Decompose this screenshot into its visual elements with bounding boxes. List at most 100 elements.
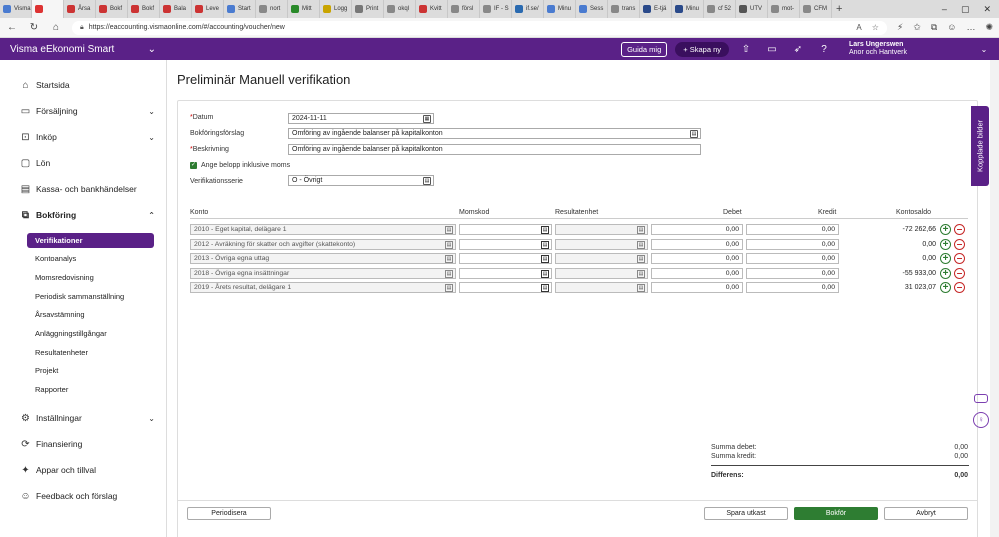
- beskrivning-input[interactable]: Omföring av ingående balanser på kapital…: [288, 144, 701, 155]
- sidebar-item-appar[interactable]: ✦ Appar och tillval: [20, 463, 155, 477]
- add-row-icon[interactable]: +: [940, 282, 951, 293]
- home-browser-icon[interactable]: ⌂: [50, 22, 62, 33]
- lookup-icon[interactable]: ▤: [423, 177, 431, 185]
- read-aloud-icon[interactable]: A: [856, 23, 861, 32]
- browser-tab[interactable]: Print: [352, 0, 384, 18]
- sidebar-item-lon[interactable]: ▢ Lön: [20, 156, 155, 170]
- kredit-input[interactable]: 0,00: [746, 224, 839, 235]
- user-chevron-icon[interactable]: ⌄: [969, 45, 999, 54]
- lookup-icon[interactable]: ▤: [541, 255, 549, 263]
- remove-row-icon[interactable]: –: [954, 224, 965, 235]
- browser-tab[interactable]: Logg: [320, 0, 352, 18]
- collections-icon[interactable]: ⧉: [931, 22, 937, 33]
- momskod-cell[interactable]: ▤: [459, 224, 552, 235]
- calendar-icon[interactable]: ▦: [423, 115, 431, 123]
- lookup-icon[interactable]: ▤: [637, 284, 645, 292]
- browser-tab[interactable]: Bokf: [128, 0, 160, 18]
- sidebar-sub-arsavstamning[interactable]: Årsavstämning: [27, 307, 154, 322]
- lookup-icon[interactable]: ▤: [445, 270, 453, 278]
- extensions-icon[interactable]: ⚡︎: [897, 22, 903, 33]
- remove-row-icon[interactable]: –: [954, 268, 965, 279]
- sidebar-item-inkop[interactable]: ⊡ Inköp ⌄: [20, 130, 155, 144]
- konto-cell[interactable]: 2010 - Eget kapital, delägare 1 ▤: [190, 224, 456, 235]
- assistant-widget[interactable]: ♀: [971, 384, 991, 430]
- konto-cell[interactable]: 2012 - Avräkning för skatter och avgifte…: [190, 239, 456, 250]
- momskod-cell[interactable]: ▤: [459, 268, 552, 279]
- kredit-input[interactable]: 0,00: [746, 239, 839, 250]
- konto-cell[interactable]: 2013 - Övriga egna uttag ▤: [190, 253, 456, 264]
- resultatenhet-cell[interactable]: ▤: [555, 268, 648, 279]
- browser-tab[interactable]: Minu: [672, 0, 704, 18]
- sidebar-sub-momsredovisning[interactable]: Momsredovisning: [27, 270, 154, 285]
- debet-input[interactable]: 0,00: [651, 253, 743, 264]
- sidebar-item-forsaljning[interactable]: ▭ Försäljning ⌄: [20, 104, 155, 118]
- browser-tab[interactable]: Mitt: [288, 0, 320, 18]
- new-tab-button[interactable]: +: [836, 3, 842, 15]
- resultatenhet-cell[interactable]: ▤: [555, 282, 648, 293]
- browser-tab[interactable]: okql: [384, 0, 416, 18]
- add-row-icon[interactable]: +: [940, 239, 951, 250]
- browser-tab[interactable]: CFM: [800, 0, 832, 18]
- add-row-icon[interactable]: +: [940, 224, 951, 235]
- close-icon[interactable]: ✕: [983, 4, 991, 15]
- debet-input[interactable]: 0,00: [651, 268, 743, 279]
- momskod-cell[interactable]: ▤: [459, 239, 552, 250]
- copilot-icon[interactable]: ✺: [985, 22, 993, 33]
- resultatenhet-cell[interactable]: ▤: [555, 253, 648, 264]
- lookup-icon[interactable]: ▤: [541, 270, 549, 278]
- debet-input[interactable]: 0,00: [651, 282, 743, 293]
- add-row-icon[interactable]: +: [940, 268, 951, 279]
- debet-input[interactable]: 0,00: [651, 224, 743, 235]
- browser-tab[interactable]: Visma: [0, 0, 32, 18]
- remove-row-icon[interactable]: –: [954, 239, 965, 250]
- forslag-input[interactable]: Omföring av ingående balanser på kapital…: [288, 128, 701, 139]
- lookup-icon[interactable]: ▤: [637, 270, 645, 278]
- book-button[interactable]: Bokför: [794, 507, 878, 520]
- rocket-icon[interactable]: ➶: [791, 44, 805, 55]
- browser-tab[interactable]: Leve: [192, 0, 224, 18]
- profile-icon[interactable]: ☺: [947, 22, 956, 33]
- kredit-input[interactable]: 0,00: [746, 282, 839, 293]
- lookup-icon[interactable]: ▤: [445, 284, 453, 292]
- more-icon[interactable]: …: [966, 22, 975, 33]
- debet-input[interactable]: 0,00: [651, 239, 743, 250]
- sidebar-item-kassa[interactable]: ▤ Kassa- och bankhändelser: [20, 182, 155, 196]
- reload-icon[interactable]: ↻: [28, 22, 40, 33]
- maximize-icon[interactable]: ▢: [961, 4, 970, 15]
- minimize-icon[interactable]: –: [942, 4, 947, 15]
- browser-tab[interactable]: Minu: [544, 0, 576, 18]
- browser-tab[interactable]: [32, 0, 64, 18]
- momskod-cell[interactable]: ▤: [459, 253, 552, 264]
- save-draft-button[interactable]: Spara utkast: [704, 507, 788, 520]
- linked-images-tab[interactable]: Kopplade bilder: [971, 106, 989, 186]
- lookup-icon[interactable]: ▤: [541, 226, 549, 234]
- sidebar-item-feedback[interactable]: ☺ Feedback och förslag: [20, 489, 155, 503]
- browser-tab[interactable]: Bala: [160, 0, 192, 18]
- browser-tab[interactable]: Sess: [576, 0, 608, 18]
- sidebar-sub-projekt[interactable]: Projekt: [27, 363, 154, 378]
- lookup-icon[interactable]: ▤: [541, 241, 549, 249]
- chat-icon[interactable]: ▭: [765, 44, 779, 55]
- user-menu[interactable]: Lars Ungerswen Anor och Hantverk: [849, 41, 969, 57]
- lookup-icon[interactable]: ▤: [445, 255, 453, 263]
- datum-input[interactable]: 2024-11-11 ▦: [288, 113, 434, 124]
- help-icon[interactable]: ?: [817, 44, 831, 55]
- browser-tab[interactable]: Kvitt: [416, 0, 448, 18]
- browser-tab[interactable]: mot-: [768, 0, 800, 18]
- lookup-icon[interactable]: ▤: [637, 226, 645, 234]
- create-new-button[interactable]: + Skapa ny: [675, 41, 729, 57]
- lookup-icon[interactable]: ▤: [541, 284, 549, 292]
- sidebar-sub-rapporter[interactable]: Rapporter: [27, 382, 154, 397]
- browser-tab[interactable]: IF - S: [480, 0, 512, 18]
- sidebar-sub-kontoanalys[interactable]: Kontoanalys: [27, 251, 154, 266]
- browser-tab[interactable]: E-tjä: [640, 0, 672, 18]
- kredit-input[interactable]: 0,00: [746, 253, 839, 264]
- url-field[interactable]: 🔒︎ https://eaccounting.vismaonline.com/#…: [72, 20, 887, 35]
- moms-checkbox[interactable]: ✓ Ange belopp inklusive moms: [190, 162, 290, 169]
- serie-select[interactable]: O - Övrigt ▤: [288, 175, 434, 186]
- browser-tab[interactable]: Bokf: [96, 0, 128, 18]
- momskod-cell[interactable]: ▤: [459, 282, 552, 293]
- browser-tab[interactable]: Årsa: [64, 0, 96, 18]
- cancel-button[interactable]: Avbryt: [884, 507, 968, 520]
- browser-tab[interactable]: Start: [224, 0, 256, 18]
